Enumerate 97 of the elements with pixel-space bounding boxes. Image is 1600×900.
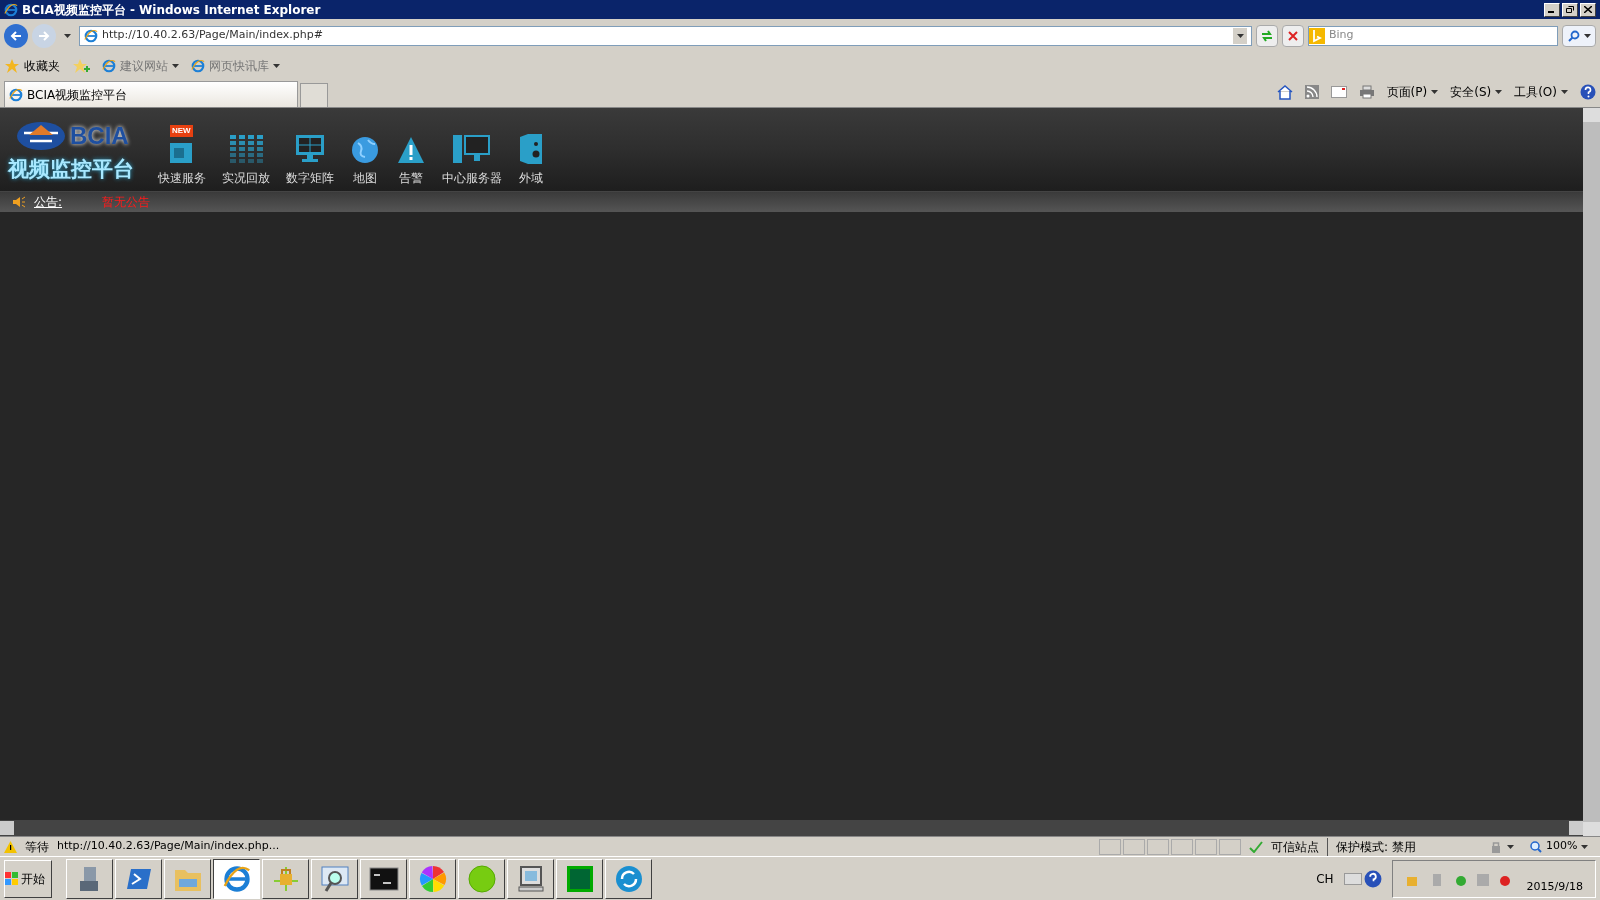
arrow-right-icon	[38, 29, 50, 42]
search-field[interactable]: Bing	[1308, 25, 1558, 46]
caret-icon	[1561, 90, 1568, 94]
mail-icon[interactable]	[1330, 86, 1347, 98]
close-button[interactable]	[1580, 2, 1596, 17]
notice-label: 公告:	[34, 194, 64, 211]
terminal-icon	[368, 866, 399, 891]
ie-icon	[191, 59, 205, 73]
help-icon[interactable]	[1580, 84, 1596, 100]
caret-icon	[1507, 844, 1514, 849]
refresh-button[interactable]	[1256, 24, 1278, 47]
status-pane	[1195, 838, 1217, 855]
padlock-icon	[271, 864, 300, 893]
ie-icon	[222, 864, 251, 893]
ie-icon	[9, 87, 23, 102]
windows-logo-icon	[5, 871, 19, 886]
favorites-button[interactable]: 收藏夹	[4, 57, 60, 75]
caret-icon	[1236, 33, 1244, 38]
arrow-left-icon	[10, 29, 22, 42]
status-pane	[1219, 838, 1241, 855]
taskbar-app[interactable]	[213, 858, 260, 899]
speaker-icon	[518, 133, 544, 165]
zoom-in-icon	[1530, 840, 1542, 853]
minimize-button[interactable]	[1544, 2, 1560, 17]
start-button[interactable]: 开始	[4, 859, 52, 898]
app-icon	[565, 864, 594, 893]
new-badge: NEW	[170, 125, 193, 137]
caret-icon	[273, 64, 280, 68]
ie-icon	[4, 2, 18, 17]
caret-icon	[1495, 90, 1503, 94]
nav-item[interactable]: 外域	[518, 125, 544, 187]
monitor-icon	[294, 133, 326, 165]
magnifier-icon	[319, 864, 350, 893]
nav-item[interactable]: 地图	[350, 127, 380, 187]
status-url: http://10.40.2.63/Page/Main/index.php...	[57, 838, 281, 855]
status-pane	[1123, 838, 1145, 855]
browser-tab[interactable]: BCIA视频监控平台	[4, 81, 298, 107]
caret-icon	[172, 64, 179, 68]
search-button[interactable]	[1562, 24, 1596, 47]
ie-icon	[102, 59, 116, 73]
nav-item[interactable]: NEW 快速服务	[158, 125, 206, 187]
nav-item[interactable]: 中心服务器	[442, 125, 502, 187]
status-text: 等待	[25, 838, 49, 856]
warning-icon	[4, 840, 17, 853]
command-menu[interactable]: 页面(P)	[1386, 83, 1439, 101]
search-placeholder: Bing	[1329, 27, 1354, 44]
sync-icon	[613, 863, 644, 894]
window-title: BCIA视频监控平台 - Windows Internet Explorer	[22, 1, 321, 19]
circle-icon	[466, 863, 497, 894]
home-icon[interactable]	[1276, 84, 1293, 100]
close-icon	[1584, 6, 1592, 13]
speaker-icon	[12, 196, 26, 208]
restore-button[interactable]	[1562, 2, 1578, 17]
language-indicator[interactable]: CH	[1308, 869, 1342, 888]
address-field[interactable]: http://10.40.2.63/Page/Main/index.php#	[79, 25, 1252, 46]
command-menu[interactable]: 工具(O)	[1514, 83, 1568, 101]
lock-icon	[1489, 839, 1503, 854]
restore-icon	[1566, 6, 1574, 13]
nav-item[interactable]: 告警	[396, 127, 426, 187]
security-zone: 可信站点	[1271, 838, 1319, 856]
notice-text: 暂无公告	[102, 194, 150, 211]
back-button[interactable]	[4, 23, 28, 48]
ie-icon	[84, 28, 98, 43]
status-pane	[1099, 838, 1121, 855]
url-text: http://10.40.2.63/Page/Main/index.php#	[102, 27, 323, 44]
star-icon	[4, 58, 20, 74]
platform-title: 视频监控平台	[8, 155, 134, 183]
help-icon[interactable]	[1363, 869, 1382, 888]
status-pane	[1147, 838, 1169, 855]
bing-logo-icon	[1309, 27, 1325, 44]
address-dropdown[interactable]	[1233, 27, 1247, 44]
pinwheel-icon	[417, 863, 448, 894]
computer-icon	[515, 864, 546, 893]
grid-icon	[228, 133, 264, 165]
warning-icon	[396, 135, 426, 165]
command-menu[interactable]: 安全(S)	[1450, 83, 1503, 101]
server-monitor-icon	[452, 133, 492, 165]
stop-button[interactable]	[1282, 24, 1304, 47]
globe-icon	[350, 135, 380, 165]
close-icon	[1288, 30, 1298, 41]
caret-icon	[1583, 33, 1591, 38]
zoom-button[interactable]: 100%	[1526, 838, 1596, 855]
nav-item[interactable]: 实况回放	[222, 125, 270, 187]
search-icon	[1567, 29, 1580, 42]
printer-icon[interactable]	[1358, 85, 1375, 99]
logo-emblem-icon	[16, 120, 66, 151]
logo-text: BCIA	[70, 120, 129, 151]
caret-icon	[64, 33, 71, 38]
clock-date[interactable]: 2015/9/18	[1526, 879, 1583, 897]
caret-icon	[1581, 844, 1589, 849]
caret-icon	[1431, 90, 1439, 94]
checkmark-icon	[1249, 840, 1263, 853]
refresh-icon	[1260, 29, 1274, 42]
nav-item[interactable]: 数字矩阵	[286, 125, 334, 187]
status-pane	[1171, 838, 1193, 855]
protected-mode: 保护模式: 禁用	[1327, 837, 1477, 856]
rss-icon[interactable]	[1304, 85, 1319, 99]
